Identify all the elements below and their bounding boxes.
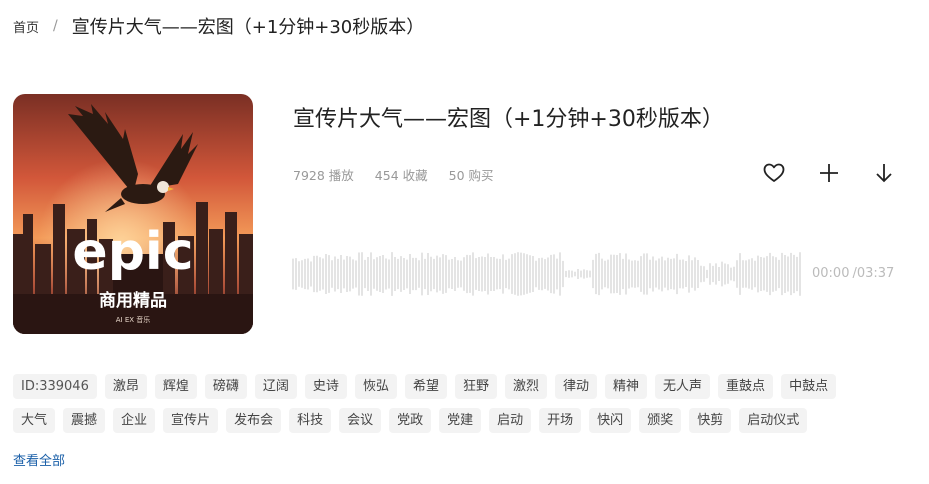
playback-time: 00:00/03:37 — [812, 266, 894, 281]
purchase-count: 50 购买 — [448, 168, 494, 183]
tag-chip[interactable]: 发布会 — [226, 408, 282, 433]
view-all-link[interactable]: 查看全部 — [13, 450, 65, 469]
tag-chip[interactable]: 颁奖 — [639, 408, 682, 433]
track-stats: 7928 播放 454 收藏 50 购买 — [293, 165, 515, 184]
tag-chip[interactable]: 会议 — [339, 408, 382, 433]
tag-chip[interactable]: 科技 — [289, 408, 332, 433]
duration: /03:37 — [852, 266, 895, 281]
tag-chip[interactable]: 希望 — [404, 374, 447, 399]
track-title: 宣传片大气——宏图（+1分钟+30秒版本） — [293, 107, 724, 132]
tag-chip[interactable]: 狂野 — [454, 374, 497, 399]
album-cover[interactable]: epic 商用精品 AI EX 音乐 — [13, 94, 253, 334]
tag-chip[interactable]: 辽阔 — [254, 374, 297, 399]
download-button[interactable] — [872, 161, 896, 185]
heart-icon — [763, 163, 785, 182]
breadcrumb-home-link[interactable]: 首页 — [13, 17, 39, 36]
breadcrumb: 首页 / 宣传片大气——宏图（+1分钟+30秒版本） — [13, 13, 424, 39]
tag-chip[interactable]: 史诗 — [304, 374, 347, 399]
favorite-button[interactable] — [762, 161, 786, 185]
download-arrow-icon — [876, 164, 892, 183]
tag-chip[interactable]: 启动 — [489, 408, 532, 433]
tag-chip[interactable]: 中鼓点 — [781, 374, 837, 399]
tag-chip[interactable]: 快剪 — [689, 408, 732, 433]
tag-row-1: ID:339046 激昂 辉煌 磅礴 辽阔 史诗 恢弘 希望 狂野 激烈 律动 精神 无人声 重鼓点 中鼓点 — [13, 374, 913, 399]
cover-small-text: AI EX 音乐 — [116, 315, 151, 324]
tag-chip[interactable]: 党政 — [389, 408, 432, 433]
tag-chip[interactable]: 启动仪式 — [739, 408, 808, 433]
tag-chip[interactable]: 激烈 — [504, 374, 547, 399]
tag-chip[interactable]: 大气 — [13, 408, 56, 433]
cover-subtitle: 商用精品 — [99, 290, 167, 311]
tag-chip[interactable]: 党建 — [439, 408, 482, 433]
breadcrumb-current: 宣传片大气——宏图（+1分钟+30秒版本） — [71, 17, 425, 38]
tag-chip[interactable]: 激昂 — [104, 374, 147, 399]
tag-chip[interactable]: 磅礴 — [204, 374, 247, 399]
plus-icon — [820, 164, 838, 182]
tag-chip[interactable]: 精神 — [605, 374, 648, 399]
add-button[interactable] — [817, 161, 841, 185]
tag-chip[interactable]: 开场 — [539, 408, 582, 433]
track-id-tag: ID:339046 — [13, 374, 97, 399]
tag-chip[interactable]: 恢弘 — [354, 374, 397, 399]
tag-chip[interactable]: 律动 — [555, 374, 598, 399]
tag-row-2: 大气 震撼 企业 宣传片 发布会 科技 会议 党政 党建 启动 开场 快闪 颁奖 快剪 启动仪式 — [13, 408, 913, 433]
tag-chip[interactable]: 辉煌 — [154, 374, 197, 399]
audio-waveform[interactable] — [292, 250, 804, 298]
track-actions — [762, 161, 896, 185]
favorite-count: 454 收藏 — [374, 168, 428, 183]
tag-chip[interactable]: 无人声 — [655, 374, 711, 399]
play-count: 7928 播放 — [293, 168, 354, 183]
cover-logo-text: epic — [72, 222, 193, 282]
tag-chip[interactable]: 快闪 — [589, 408, 632, 433]
current-time: 00:00 — [812, 266, 850, 281]
tag-chip[interactable]: 企业 — [113, 408, 156, 433]
breadcrumb-separator: / — [53, 18, 58, 34]
tag-chip[interactable]: 重鼓点 — [718, 374, 774, 399]
tag-list: ID:339046 激昂 辉煌 磅礴 辽阔 史诗 恢弘 希望 狂野 激烈 律动 精神 无人声 重鼓点 中鼓点… — [13, 374, 913, 442]
cover-artwork: epic 商用精品 AI EX 音乐 — [13, 94, 253, 334]
tag-chip[interactable]: 震撼 — [63, 408, 106, 433]
tag-chip[interactable]: 宣传片 — [163, 408, 219, 433]
